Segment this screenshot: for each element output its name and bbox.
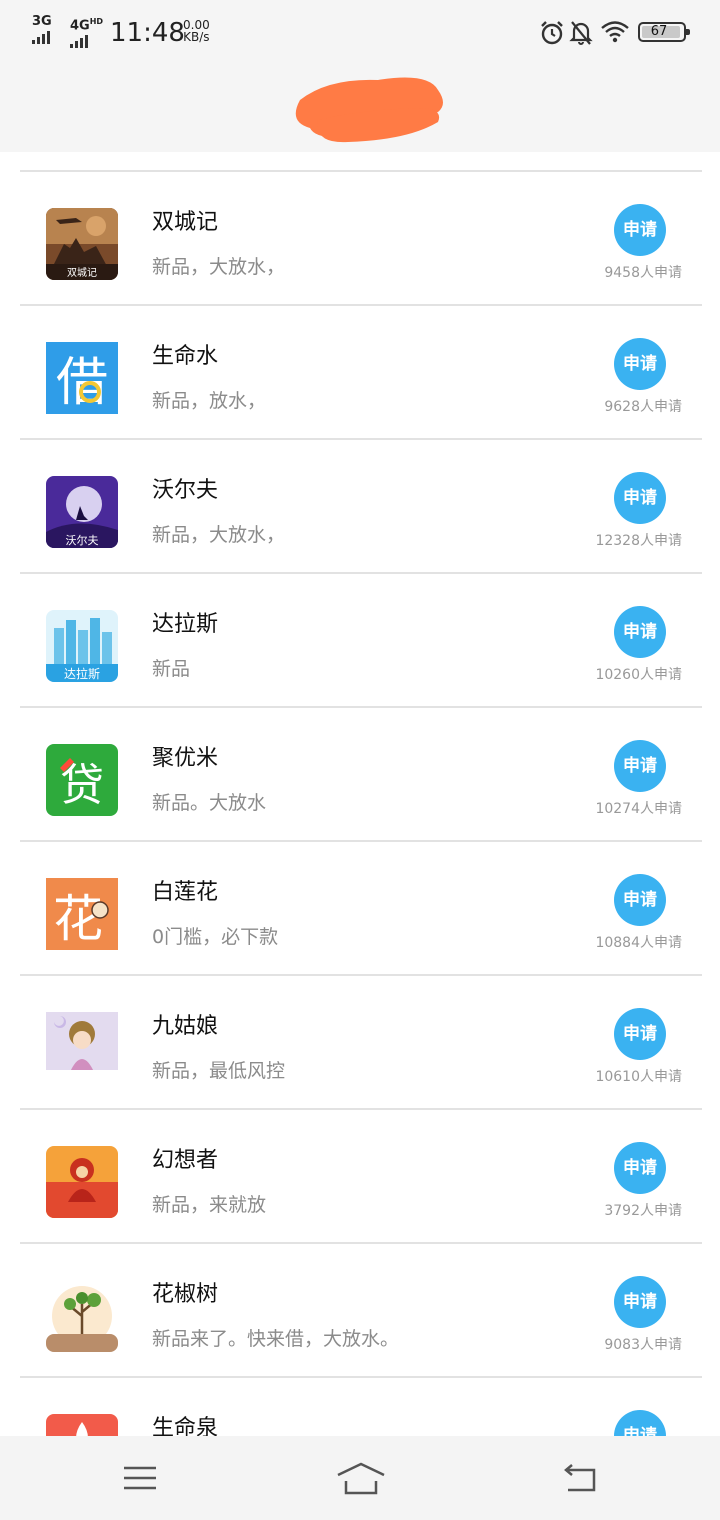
list-item[interactable]: 双城记 双城记 新品，大放水， 申请 9458人申请 [20,170,702,304]
network-speed: 0.00 KB/s [183,19,210,43]
shuangchengji-logo: 双城记 [46,208,118,280]
list-item[interactable]: 贷 聚优米 新品。大放水 申请 10274人申请 [20,706,702,840]
item-name: 聚优米 [152,746,219,771]
network-label-3g: 3G [32,14,52,29]
item-name: 白莲花 [152,880,219,905]
back-button[interactable] [558,1458,602,1498]
item-name: 沃尔夫 [152,478,219,503]
home-button[interactable] [336,1458,386,1498]
battery-icon: 67 [638,22,690,42]
status-time: 11:48 [110,18,185,48]
item-desc: 新品，放水， [152,390,267,412]
svg-text:借: 借 [56,353,108,413]
list-item[interactable]: 花椒树 新品来了。快来借，大放水。 申请 9083人申请 [20,1242,702,1376]
item-desc: 新品。大放水 [152,792,267,814]
apply-count: 10884人申请 [595,935,682,951]
hua-logo: 花 [46,878,118,950]
apply-count: 10260人申请 [595,667,682,683]
wifi-icon [601,21,629,43]
item-name: 花椒树 [152,1282,219,1307]
signal-4g: 4GHD [70,16,104,49]
signal-bars-icon [32,30,50,44]
item-desc: 新品，来就放 [152,1194,267,1216]
apply-button[interactable]: 申请 [614,874,666,926]
apply-count: 9628人申请 [604,399,682,415]
apply-count: 9083人申请 [604,1337,682,1353]
list-item[interactable]: 借 生命水 新品，放水， 申请 9628人申请 [20,304,702,438]
item-desc: 0门槛，必下款 [152,926,279,948]
list-item[interactable]: 幻想者 新品，来就放 申请 3792人申请 [20,1108,702,1242]
item-name: 双城记 [152,210,219,235]
list-item[interactable]: 九姑娘 新品，最低风控 申请 10610人申请 [20,974,702,1108]
apply-button[interactable]: 申请 [614,606,666,658]
item-name: 幻想者 [152,1148,219,1173]
list-item[interactable]: 花 白莲花 0门槛，必下款 申请 10884人申请 [20,840,702,974]
item-name: 生命水 [152,344,219,369]
battery-level: 67 [650,24,668,39]
network-label-4g: 4G [70,18,90,34]
apply-count: 12328人申请 [595,533,682,549]
redacted-title [295,77,443,143]
network-speed-unit: KB/s [183,30,210,44]
menu-button[interactable] [118,1458,162,1498]
signal-3g: 3G [32,14,52,44]
item-name: 达拉斯 [152,612,219,637]
huanxiangzhe-logo [46,1146,118,1218]
apply-button[interactable]: 申请 [614,1276,666,1328]
dalasi-logo-text: 达拉斯 [64,666,100,681]
apply-button[interactable]: 申请 [614,1008,666,1060]
apply-count: 10274人申请 [595,801,682,817]
menu-icon [124,1466,156,1490]
apply-button[interactable]: 申请 [614,204,666,256]
bell-off-icon [569,21,593,45]
jiuguniang-logo [46,1012,118,1084]
jie-logo: 借 [46,342,118,414]
product-list: 双城记 双城记 新品，大放水， 申请 9458人申请 借 生命水 新品，放水， … [20,170,702,1510]
apply-button[interactable]: 申请 [614,740,666,792]
svg-text:双城记: 双城记 [67,267,97,279]
apply-count: 3792人申请 [604,1203,682,1219]
huajiaoshu-logo [46,1280,118,1352]
top-bar: 3G 4GHD 11:48 0.00 KB/s 67 [0,0,720,152]
item-name: 九姑娘 [152,1014,219,1039]
signal-bars-icon [70,34,88,49]
dai-logo: 贷 [46,744,118,816]
apply-button[interactable]: 申请 [614,1142,666,1194]
list-item[interactable]: 沃尔夫 沃尔夫 新品，大放水， 申请 12328人申请 [20,438,702,572]
list-item[interactable]: 达拉斯 达拉斯 新品 申请 10260人申请 [20,572,702,706]
item-desc: 新品来了。快来借，大放水。 [152,1328,400,1350]
apply-button[interactable]: 申请 [614,338,666,390]
woerfu-logo-text: 沃尔夫 [66,534,99,547]
svg-text:花: 花 [53,890,103,948]
apply-count: 10610人申请 [595,1069,682,1085]
item-desc: 新品 [152,658,191,680]
navigation-bar [0,1436,720,1520]
woerfu-logo: 沃尔夫 [46,476,118,548]
dalasi-logo: 达拉斯 [46,610,118,682]
apply-count: 9458人申请 [604,265,682,281]
network-label-hd: HD [89,17,104,26]
back-icon [564,1464,596,1492]
home-icon [337,1462,385,1495]
item-desc: 新品，大放水， [152,256,286,278]
item-desc: 新品，大放水， [152,524,286,546]
item-desc: 新品，最低风控 [152,1060,286,1082]
alarm-icon [541,21,563,45]
status-bar: 3G 4GHD 11:48 0.00 KB/s 67 [0,0,720,64]
apply-button[interactable]: 申请 [614,472,666,524]
